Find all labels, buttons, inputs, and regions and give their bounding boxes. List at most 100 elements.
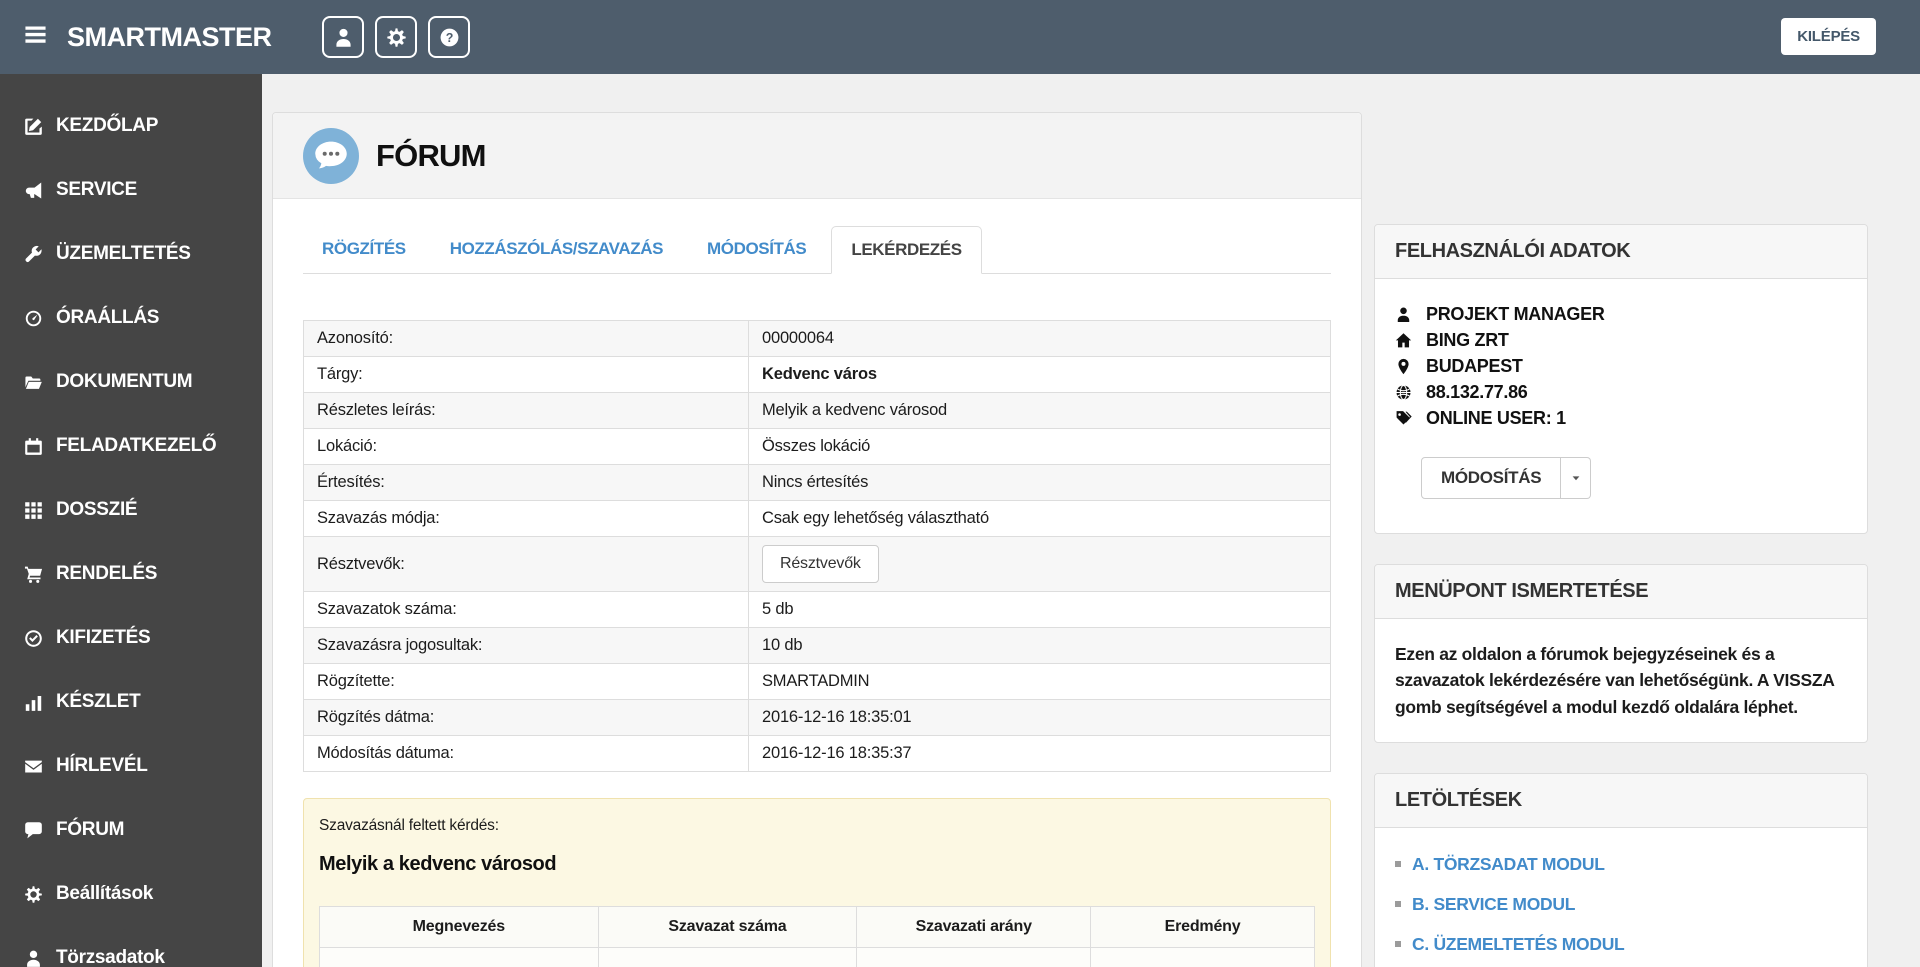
bullet-icon: [1395, 901, 1401, 908]
card-header: FÓRUM: [273, 113, 1361, 199]
envelope-icon: [24, 757, 43, 776]
user-icon: [24, 949, 43, 967]
sidebar-item-dosszie[interactable]: DOSSZIÉ: [0, 478, 262, 542]
table-row: Szavazatok száma: 5 db: [303, 591, 1331, 628]
table-row: Részletes leírás: Melyik a kedvenc városo…: [303, 392, 1331, 429]
list-item: PROJEKT MANAGER: [1395, 301, 1847, 327]
table-row: Értesítés: Nincs értesítés: [303, 464, 1331, 501]
sidebar-item-torzsadatok[interactable]: Törzsadatok: [0, 926, 262, 967]
hamburger-menu-icon[interactable]: [22, 23, 49, 51]
tab-modositas[interactable]: MÓDOSÍTÁS: [688, 226, 825, 274]
tab-bar: RÖGZÍTÉS HOZZÁSZÓLÁS/SZAVAZÁS MÓDOSÍTÁS …: [303, 225, 1331, 274]
poll-header-szavazati-arany: Szavazati arány: [856, 906, 1092, 948]
detail-value-modositas-datuma: 2016-12-16 18:35:37: [748, 735, 1331, 772]
download-link-torzsadat[interactable]: A. TÖRZSADAT MODUL: [1412, 854, 1605, 875]
tab-hozzaszolas-szavazas[interactable]: HOZZÁSZÓLÁS/SZAVAZÁS: [431, 226, 682, 274]
forum-card: FÓRUM RÖGZÍTÉS HOZZÁSZÓLÁS/SZAVAZÁS MÓDO…: [272, 112, 1362, 967]
download-link-uzemeltetes[interactable]: C. ÜZEMELTETÉS MODUL: [1412, 934, 1625, 955]
poll-header-eredmeny: Eredmény: [1090, 906, 1315, 948]
user-button[interactable]: [322, 16, 364, 58]
modositas-dropdown-toggle[interactable]: [1561, 457, 1592, 499]
list-item: 88.132.77.86: [1395, 379, 1847, 405]
sidebar-item-oraallas[interactable]: ÓRAÁLLÁS: [0, 286, 262, 350]
settings-button[interactable]: [375, 16, 417, 58]
sidebar-item-dokumentum[interactable]: DOKUMENTUM: [0, 350, 262, 414]
downloads-panel: LETÖLTÉSEK A. TÖRZSADAT MODUL B. SERVICE…: [1374, 772, 1868, 967]
edit-icon: [24, 117, 43, 136]
check-circle-icon: [24, 629, 43, 648]
sidebar-item-feladatkezelo[interactable]: FELADATKEZELŐ: [0, 414, 262, 478]
modositas-split-button: MÓDOSÍTÁS: [1421, 457, 1592, 499]
tags-icon: [1395, 410, 1412, 427]
resztvevok-button[interactable]: Résztvevők: [762, 545, 879, 583]
forum-badge: [303, 127, 359, 184]
comment-icon: [24, 821, 43, 840]
sidebar-item-forum[interactable]: FÓRUM: [0, 798, 262, 862]
list-item: BING ZRT: [1395, 327, 1847, 353]
sidebar-item-rendeles[interactable]: RENDELÉS: [0, 542, 262, 606]
table-row: Szavazás módja: Csak egy lehetőség válasz…: [303, 500, 1331, 537]
download-link-service[interactable]: B. SERVICE MODUL: [1412, 894, 1575, 915]
detail-value-szavazas-modja: Csak egy lehetőség választható: [748, 500, 1331, 537]
menu-info-panel-title: MENÜPONT ISMERTETÉSE: [1375, 565, 1867, 619]
table-row: [319, 947, 1315, 967]
gear-icon: [386, 27, 407, 48]
table-row: Lokáció: Összes lokáció: [303, 428, 1331, 465]
table-row: Rögzítés dátma: 2016-12-16 18:35:01: [303, 699, 1331, 736]
poll-header-szavazat-szama: Szavazat száma: [597, 906, 858, 948]
logout-button[interactable]: KILÉPÉS: [1781, 18, 1876, 55]
detail-value-jogosultak: 10 db: [748, 627, 1331, 664]
menu-info-panel: MENÜPONT ISMERTETÉSE Ezen az oldalon a f…: [1374, 564, 1868, 743]
bullet-icon: [1395, 861, 1401, 868]
downloads-list: A. TÖRZSADAT MODUL B. SERVICE MODUL C. Ü…: [1395, 850, 1847, 967]
detail-value-szavazatok-szama: 5 db: [748, 591, 1331, 628]
table-row: Megnevezés Szavazat száma Szavazati arán…: [319, 906, 1315, 948]
right-column: FELHASZNÁLÓI ADATOK PROJEKT MANAGER BING…: [1374, 224, 1868, 967]
sidebar-item-beallitasok[interactable]: Beállítások: [0, 862, 262, 926]
sidebar-item-uzemeltetes[interactable]: ÜZEMELTETÉS: [0, 222, 262, 286]
home-icon: [1395, 332, 1412, 349]
sidebar-item-service[interactable]: SERVICE: [0, 158, 262, 222]
topbar-icon-group: [322, 16, 470, 58]
detail-value-leiras: Melyik a kedvenc városod: [748, 392, 1331, 429]
caret-down-icon: [1570, 472, 1582, 484]
brand: SMARTMASTER: [22, 0, 272, 74]
sidebar-item-hirlevel[interactable]: HÍRLEVÉL: [0, 734, 262, 798]
list-item: A. TÖRZSADAT MODUL: [1395, 854, 1847, 875]
bar-chart-icon: [24, 693, 43, 712]
calendar-icon: [24, 437, 43, 456]
detail-value-rogzitette: SMARTADMIN: [748, 663, 1331, 700]
tab-rogzites[interactable]: RÖGZÍTÉS: [303, 226, 425, 274]
list-item: ONLINE USER: 1: [1395, 405, 1847, 431]
speech-bubble-icon: [313, 138, 349, 174]
globe-icon: [1395, 384, 1412, 401]
sidebar: KEZDŐLAP SERVICE ÜZEMELTETÉS ÓRAÁLLÁS DO…: [0, 74, 262, 967]
poll-header-megnevezes: Megnevezés: [319, 906, 599, 948]
modositas-button[interactable]: MÓDOSÍTÁS: [1421, 457, 1562, 499]
table-row: Résztvevők: Résztvevők: [303, 536, 1331, 592]
table-row: Rögzítette: SMARTADMIN: [303, 663, 1331, 700]
top-bar: SMARTMASTER KILÉPÉS: [0, 0, 1920, 74]
main-area: FÓRUM RÖGZÍTÉS HOZZÁSZÓLÁS/SZAVAZÁS MÓDO…: [262, 74, 1920, 967]
table-row: Módosítás dátuma: 2016-12-16 18:35:37: [303, 735, 1331, 772]
help-button[interactable]: [428, 16, 470, 58]
poll-question-label: Szavazásnál feltett kérdés:: [319, 817, 499, 834]
sidebar-item-kezdolap[interactable]: KEZDŐLAP: [0, 94, 262, 158]
sidebar-item-kifizetes[interactable]: KIFIZETÉS: [0, 606, 262, 670]
downloads-panel-title: LETÖLTÉSEK: [1375, 773, 1867, 828]
gear-icon: [24, 885, 43, 904]
table-row: Tárgy: Kedvenc város: [303, 356, 1331, 393]
user-icon: [333, 27, 354, 48]
tab-lekerdezes[interactable]: LEKÉRDEZÉS: [831, 226, 982, 274]
table-row: Azonosító: 00000064: [303, 320, 1331, 357]
poll-results-table: Megnevezés Szavazat száma Szavazati arán…: [319, 906, 1315, 967]
user-info-list: PROJEKT MANAGER BING ZRT BUDAPEST 88.132…: [1395, 301, 1847, 431]
user-data-panel: FELHASZNÁLÓI ADATOK PROJEKT MANAGER BING…: [1374, 224, 1868, 534]
sidebar-item-keszlet[interactable]: KÉSZLET: [0, 670, 262, 734]
app-title: SMARTMASTER: [67, 21, 272, 52]
grid-icon: [24, 501, 43, 520]
user-data-panel-title: FELHASZNÁLÓI ADATOK: [1375, 225, 1867, 279]
details-table: Azonosító: 00000064 Tárgy: Kedvenc város R…: [303, 320, 1331, 772]
detail-value-rogzites-datuma: 2016-12-16 18:35:01: [748, 699, 1331, 736]
question-icon: [439, 27, 460, 48]
